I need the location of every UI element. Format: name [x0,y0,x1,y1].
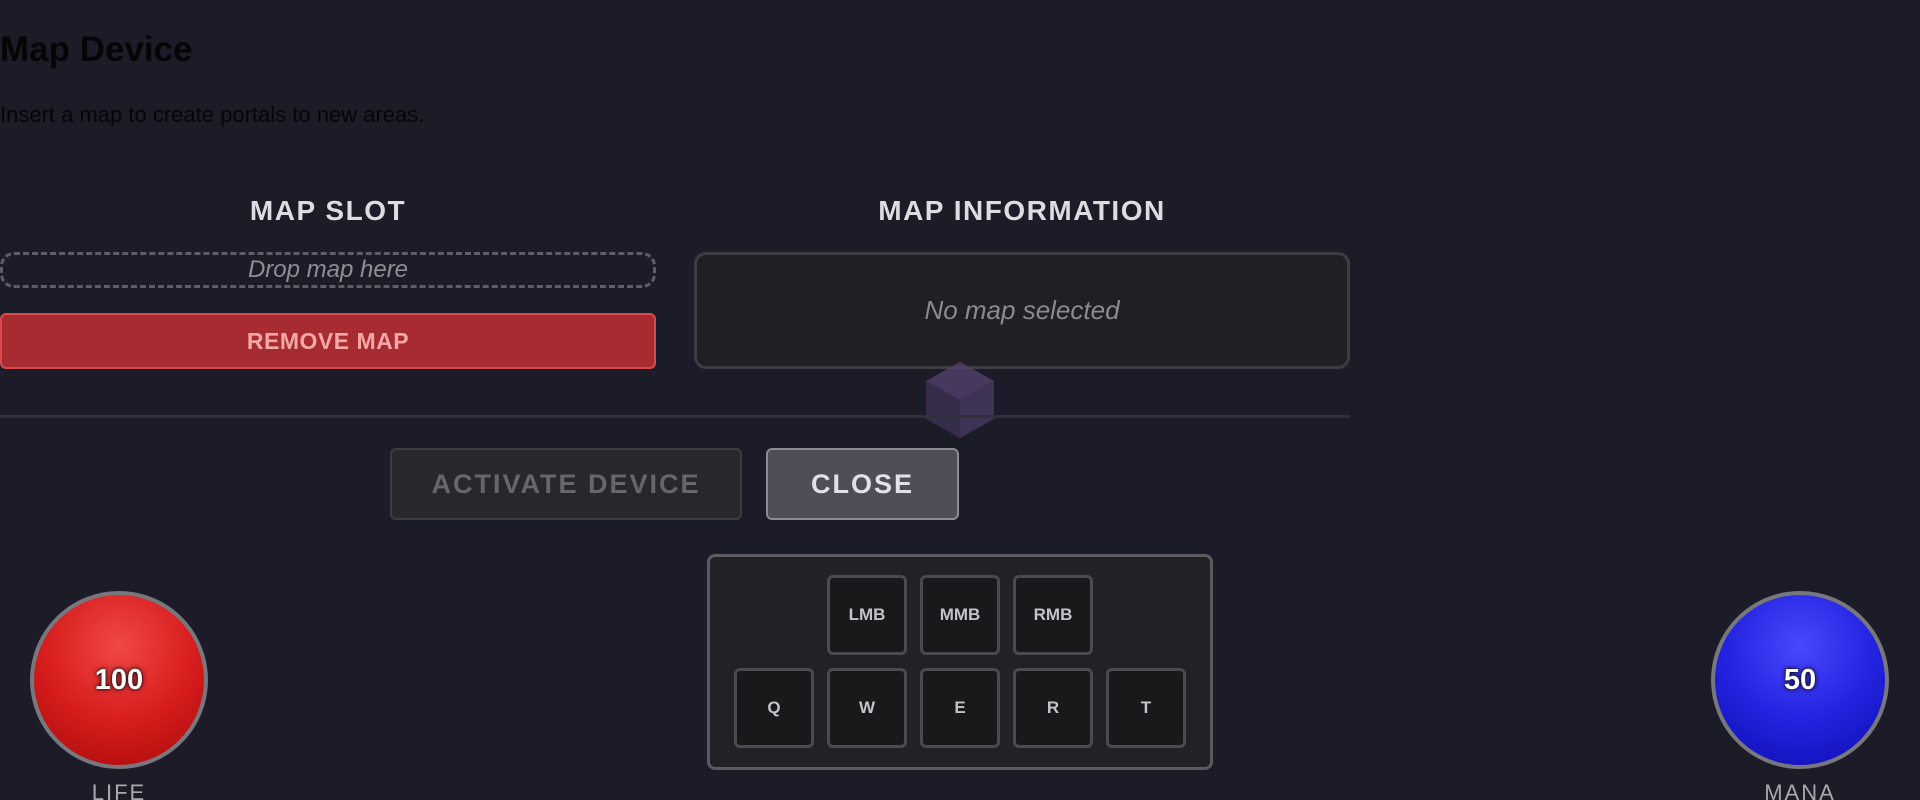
key-lmb[interactable]: LMB [827,575,907,655]
map-drop-zone[interactable]: Drop map here [0,252,656,288]
key-r[interactable]: R [1013,668,1093,748]
key-w[interactable]: W [827,668,907,748]
activate-device-button[interactable]: ACTIVATE DEVICE [390,448,742,520]
mana-value: 50 [1783,663,1817,696]
map-information-heading: MAP INFORMATION [878,195,1166,226]
key-q[interactable]: Q [734,668,814,748]
life-label: LIFE [91,780,147,800]
map-information-panel: No map selected [694,252,1350,369]
close-button[interactable]: CLOSE [766,448,959,520]
key-e[interactable]: E [920,668,1000,748]
skill-hotbar: LMB MMB RMB Q W E R T [707,554,1213,770]
key-t[interactable]: T [1106,668,1186,748]
life-value: 100 [94,663,144,696]
purple-cube-icon [926,362,994,438]
remove-map-button[interactable]: REMOVE MAP [0,313,656,369]
map-device-screen: Map Device Insert a map to create portal… [0,0,1920,800]
section-divider [0,415,1350,418]
no-map-text: No map selected [924,295,1120,325]
key-rmb[interactable]: RMB [1013,575,1093,655]
mana-orb: 50 [1711,591,1889,769]
map-slot-heading: MAP SLOT [249,195,407,226]
key-mmb[interactable]: MMB [920,575,1000,655]
page-title: Map Device [0,30,193,69]
mana-label: MANA [1764,780,1836,800]
page-description: Insert a map to create portals to new ar… [0,102,425,127]
life-orb: 100 [30,591,208,769]
